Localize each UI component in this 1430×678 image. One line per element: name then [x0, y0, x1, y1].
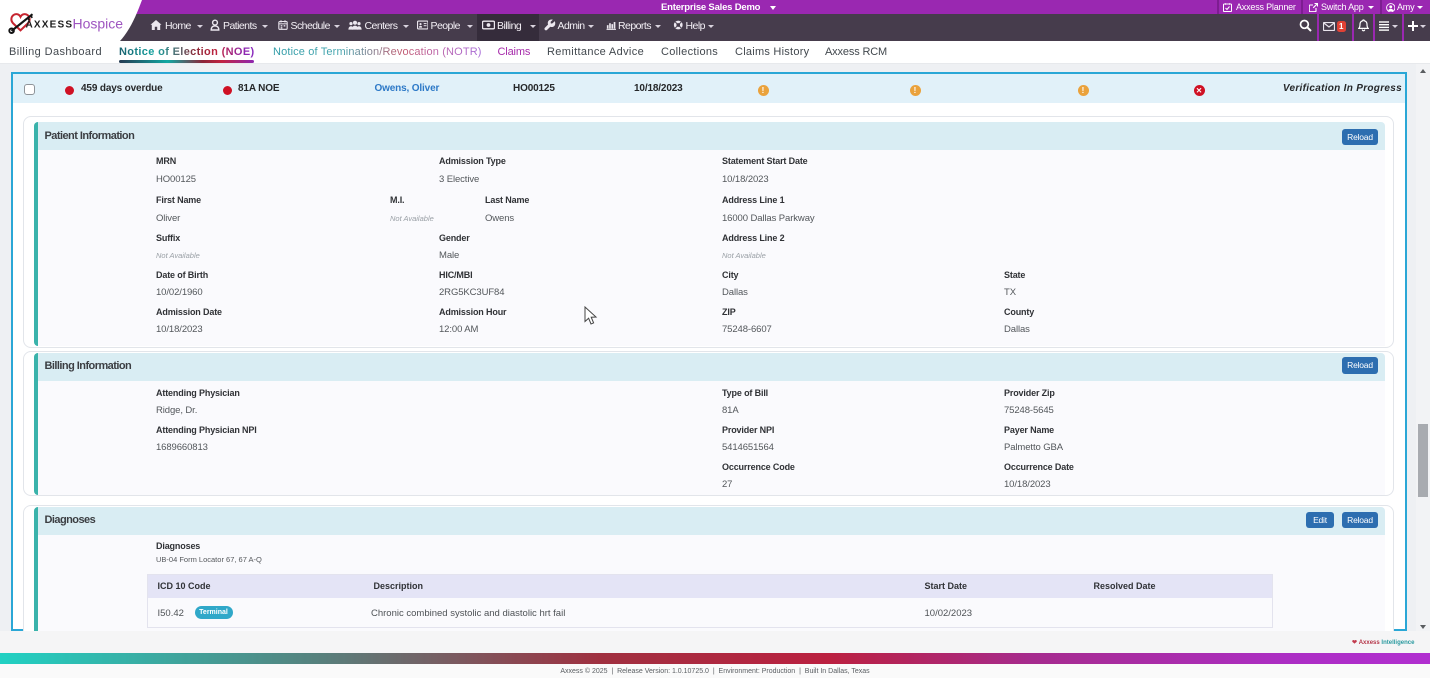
- svg-text:Hospice: Hospice: [73, 16, 124, 32]
- svg-text:AXXESS: AXXESS: [26, 20, 74, 31]
